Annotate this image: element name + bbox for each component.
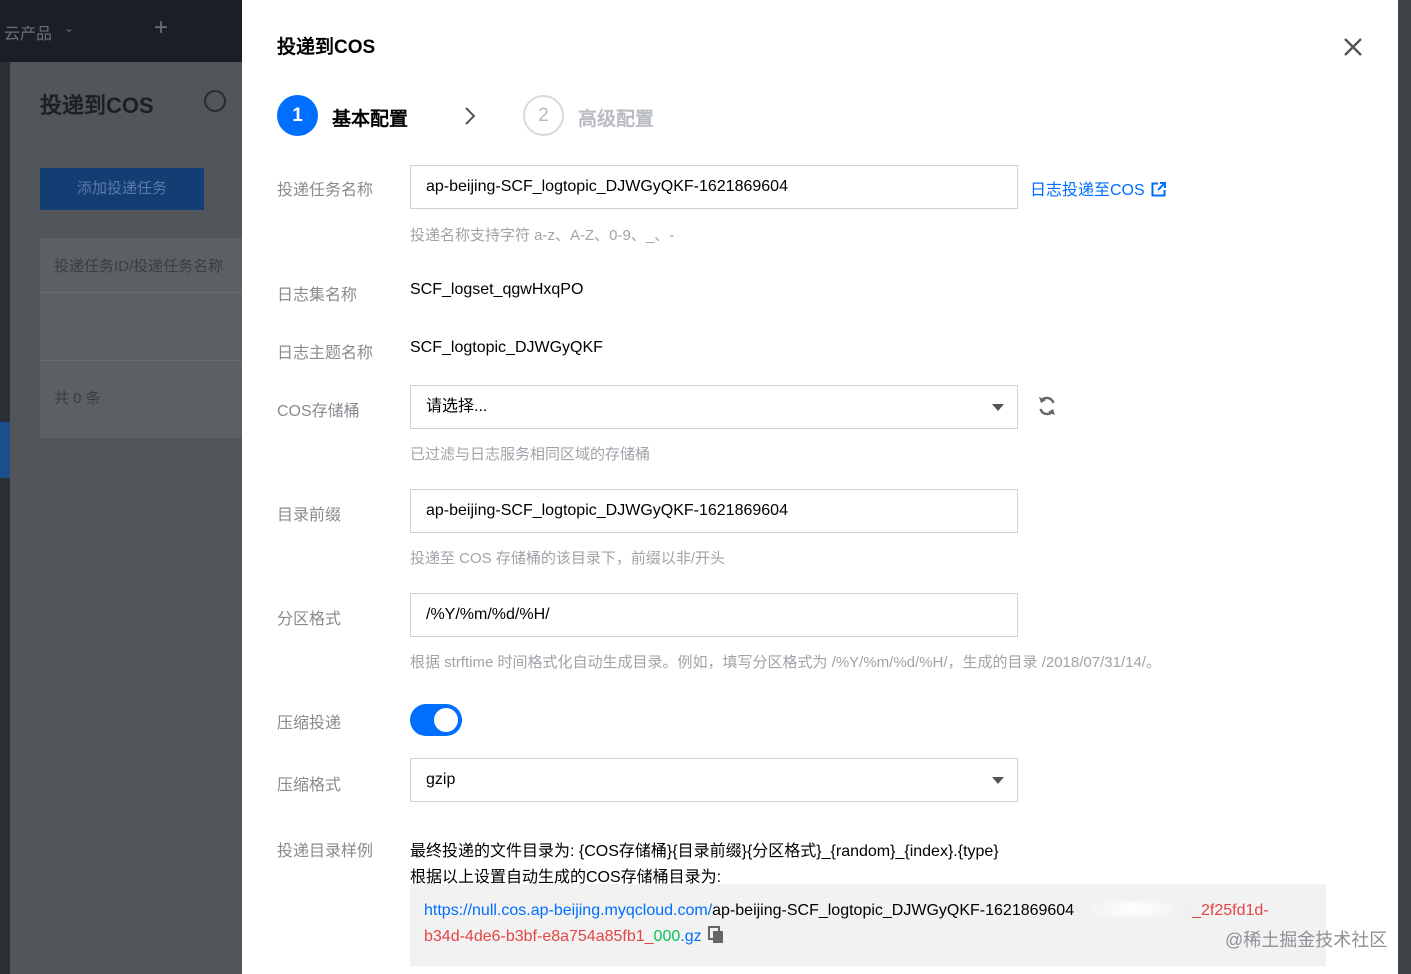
- divider: [40, 360, 250, 361]
- cos-docs-link-text[interactable]: 日志投递至COS: [1030, 182, 1145, 199]
- bucket-select[interactable]: 请选择...: [410, 385, 1018, 429]
- example-path-line-1: https://null.cos.ap-beijing.myqcloud.com…: [424, 898, 1312, 924]
- chevron-right-icon: [465, 107, 476, 125]
- caret-down-icon: [992, 777, 1004, 784]
- divider: [40, 292, 250, 293]
- example-path-line-2: b34d-4de6-b3bf-e8a754a85fb1_000.gz: [424, 924, 1312, 950]
- logset-value: SCF_logset_qgwHxqPO: [410, 281, 584, 298]
- caret-down-icon: [992, 404, 1004, 411]
- toggle-knob: [434, 708, 458, 732]
- compress-format-value: gzip: [426, 771, 456, 788]
- external-link-icon: [1151, 182, 1166, 197]
- step-2-label: 高级配置: [578, 109, 655, 130]
- close-icon[interactable]: [1340, 34, 1366, 60]
- step-1-indicator: 1: [277, 95, 318, 136]
- page-title: 投递到COS: [40, 93, 154, 118]
- bucket-label: COS存储桶: [277, 403, 360, 420]
- step-1-label: 基本配置: [332, 109, 409, 130]
- bucket-help: 已过滤与日志服务相同区域的存储桶: [410, 446, 651, 463]
- deliver-to-cos-dialog: 投递到COS 1 基本配置 2 高级配置 投递任务名称 ap-beijing-S…: [242, 0, 1398, 974]
- step-2-indicator: 2: [523, 95, 564, 136]
- right-edge: [1398, 0, 1411, 974]
- table-header: 投递任务ID/投递任务名称: [54, 258, 224, 275]
- redacted-region: [1074, 902, 1193, 916]
- chevron-down-icon: ⌄: [64, 21, 75, 35]
- example-uuid-start: _2f25fd1d-: [1192, 902, 1269, 919]
- partition-input[interactable]: /%Y/%m/%d/%H/: [410, 593, 1018, 637]
- dialog-title: 投递到COS: [277, 37, 376, 58]
- plus-icon[interactable]: +: [154, 14, 168, 42]
- logtopic-label: 日志主题名称: [277, 345, 374, 362]
- partition-help: 根据 strftime 时间格式化自动生成目录。例如，填写分区格式为 /%Y/%…: [410, 654, 1161, 671]
- prefix-label: 目录前缀: [277, 507, 342, 524]
- task-name-label: 投递任务名称: [277, 182, 374, 199]
- task-name-input[interactable]: ap-beijing-SCF_logtopic_DJWGyQKF-1621869…: [410, 165, 1018, 209]
- example-uuid-end: b34d-4de6-b3bf-e8a754a85fb1_: [424, 928, 654, 945]
- task-name-help: 投递名称支持字符 a-z、A-Z、0-9、_、-: [410, 227, 675, 244]
- partition-label: 分区格式: [277, 611, 342, 628]
- cos-docs-link[interactable]: 日志投递至COS: [1030, 176, 1166, 200]
- example-url: https://null.cos.ap-beijing.myqcloud.com…: [424, 902, 713, 919]
- app-sidebar: [0, 62, 10, 974]
- table-count: 共 0 条: [54, 390, 101, 407]
- compress-format-select[interactable]: gzip: [410, 758, 1018, 802]
- copy-icon[interactable]: [707, 926, 724, 944]
- example-label: 投递目录样例: [277, 843, 374, 860]
- globe-icon: [204, 90, 226, 112]
- compress-toggle[interactable]: [410, 704, 462, 736]
- logset-label: 日志集名称: [277, 287, 358, 304]
- logtopic-value: SCF_logtopic_DJWGyQKF: [410, 339, 603, 356]
- compress-label: 压缩投递: [277, 715, 342, 732]
- example-format-text: 最终投递的文件目录为: {COS存储桶}{目录前缀}{分区格式}_{random…: [410, 843, 999, 860]
- example-path-box: https://null.cos.ap-beijing.myqcloud.com…: [410, 884, 1326, 966]
- add-task-button[interactable]: 添加投递任务: [40, 168, 204, 210]
- example-prefix: ap-beijing-SCF_logtopic_DJWGyQKF-1621869…: [712, 902, 1075, 919]
- prefix-help: 投递至 COS 存储桶的该目录下，前缀以非/开头: [410, 550, 726, 567]
- prefix-input[interactable]: ap-beijing-SCF_logtopic_DJWGyQKF-1621869…: [410, 489, 1018, 533]
- bucket-select-value: 请选择...: [426, 398, 488, 415]
- product-menu[interactable]: 云产品: [4, 20, 52, 44]
- compress-format-label: 压缩格式: [277, 777, 342, 794]
- example-ext: .gz: [680, 928, 702, 945]
- refresh-icon[interactable]: [1036, 394, 1058, 418]
- example-index: 000: [653, 928, 681, 945]
- watermark: @稀土掘金技术社区: [1225, 930, 1388, 950]
- sidebar-active-indicator: [0, 422, 10, 478]
